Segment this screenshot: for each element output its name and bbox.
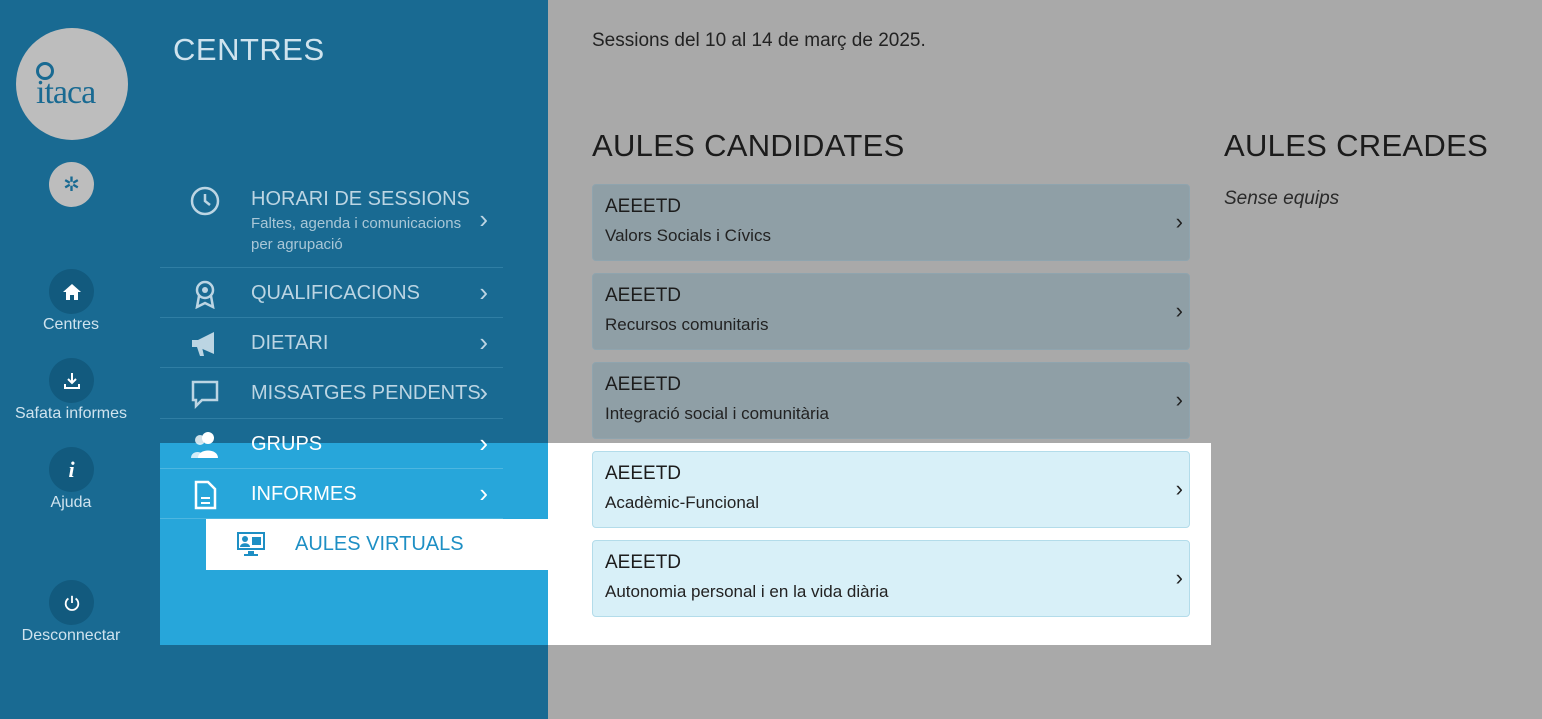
centres-label: Centres [42,316,100,333]
download-icon [63,372,80,389]
logo-text: itaca [36,74,96,111]
nav-sub-horari: Faltes, agenda i comunicacions per agrup… [251,215,462,253]
award-icon [195,280,215,309]
chevron-right-icon: › [1175,476,1183,501]
chevron-right-icon: › [479,204,488,234]
chevron-right-icon: › [479,428,488,458]
reports-tray-label: Safata informes [14,405,128,422]
chevron-right-icon: › [479,478,488,508]
nav-item-horari[interactable]: HORARI DE SESSIONS Faltes, agenda i comu… [160,178,503,268]
centres-button[interactable] [49,269,94,314]
help-label: Ajuda [50,494,92,511]
candidate-card[interactable]: AEEETD Recursos comunitaris › [592,273,1190,350]
power-icon [64,595,79,611]
chevron-right-icon: › [479,327,488,357]
card-code: AEEETD [605,285,682,306]
candidates-title: AULES CANDIDATES [592,128,905,163]
logout-label: Desconnectar [21,627,121,644]
candidate-card[interactable]: AEEETD Autonomia personal i en la vida d… [592,540,1190,617]
chevron-right-icon: › [1175,298,1183,323]
logo[interactable]: itaca [16,28,128,140]
candidate-card[interactable]: AEEETD Integració social i comunitària › [592,362,1190,439]
card-code: AEEETD [605,196,682,217]
help-button[interactable]: i [49,447,94,492]
card-code: AEEETD [605,463,682,484]
sessions-range-text: Sessions del 10 al 14 de març de 2025. [592,30,926,51]
nav-label-missatges: MISSATGES PENDENTS [251,382,481,404]
nav-item-grups[interactable]: GRUPS › [160,419,503,469]
classroom-icon [237,532,265,556]
nav-label-dietari: DIETARI [251,332,329,354]
card-name: Integració social i comunitària [605,404,829,423]
card-name: Acadèmic-Funcional [605,493,760,512]
reports-tray-button[interactable] [49,358,94,403]
users-icon [191,432,218,458]
created-empty-text: Sense equips [1224,188,1340,209]
nav-item-dietari[interactable]: DIETARI › [160,318,503,368]
nav-item-qualificacions[interactable]: QUALIFICACIONS › [160,268,503,318]
nav-sublabel-aules-virtuals: AULES VIRTUALS [295,533,464,555]
card-code: AEEETD [605,374,682,395]
document-icon [194,480,217,510]
chevron-right-icon: › [1175,209,1183,234]
section-title: CENTRES [173,32,325,67]
clock-icon [190,186,220,216]
card-name: Autonomia personal i en la vida diària [605,582,889,601]
chevron-right-icon: › [479,277,488,307]
nav-item-missatges[interactable]: MISSATGES PENDENTS › [160,368,503,419]
megaphone-icon [192,332,214,356]
nav-label-qualificacions: QUALIFICACIONS [251,282,420,304]
card-name: Valors Socials i Cívics [605,226,771,245]
home-icon [62,283,81,300]
candidate-card[interactable]: AEEETD Acadèmic-Funcional › [592,451,1190,528]
nav-item-informes[interactable]: INFORMES › [160,469,503,519]
chevron-right-icon: › [1175,565,1183,590]
logout-button[interactable] [49,580,94,625]
card-code: AEEETD [605,552,682,573]
nav-subitem-aules-virtuals[interactable]: AULES VIRTUALS [206,519,548,570]
nav-label-horari: HORARI DE SESSIONS [251,188,470,210]
message-icon [191,380,219,409]
nav-label-grups: GRUPS [251,433,323,455]
candidate-card[interactable]: AEEETD Valors Socials i Cívics › [592,184,1190,261]
settings-button[interactable]: ✲ [49,162,94,207]
created-title: AULES CREADES [1224,128,1489,163]
nav-label-informes: INFORMES [251,483,357,505]
chevron-right-icon: › [479,377,488,407]
card-name: Recursos comunitaris [605,315,769,334]
chevron-right-icon: › [1175,387,1183,412]
asterisk-icon: ✲ [63,174,80,196]
info-icon: i [68,456,75,482]
